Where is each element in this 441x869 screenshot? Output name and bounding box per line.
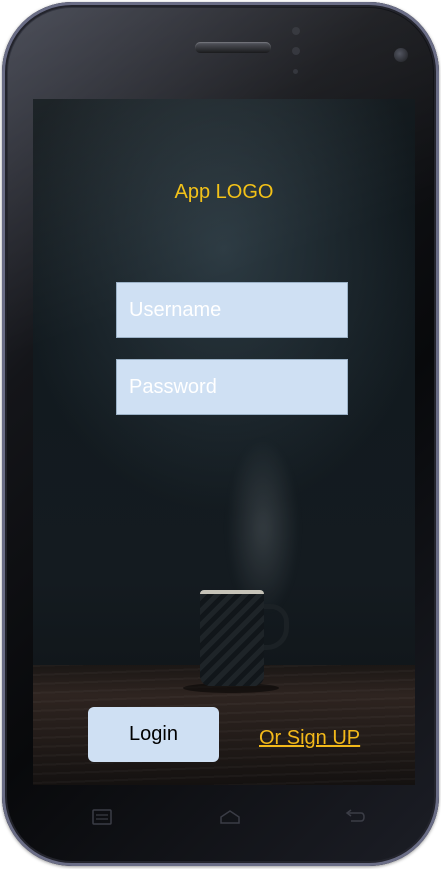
phone-frame: App LOGO Login Or Sign UP [2, 2, 439, 866]
earpiece-speaker [195, 42, 271, 53]
indicator-dot [293, 69, 298, 74]
menu-icon[interactable] [82, 803, 122, 831]
app-logo: App LOGO [174, 181, 274, 203]
login-button[interactable]: Login [88, 707, 219, 762]
light-sensor [292, 47, 300, 55]
coffee-cup-image [200, 590, 264, 686]
username-input[interactable] [116, 282, 348, 338]
front-camera [394, 48, 408, 62]
password-input[interactable] [116, 359, 348, 415]
proximity-sensor [292, 27, 300, 35]
system-nav-bar [2, 795, 439, 839]
back-icon[interactable] [335, 803, 375, 831]
sign-up-link[interactable]: Or Sign UP [259, 727, 360, 750]
steam-background [218, 429, 308, 609]
app-screen: App LOGO Login Or Sign UP [33, 99, 415, 785]
home-icon[interactable] [210, 803, 250, 831]
